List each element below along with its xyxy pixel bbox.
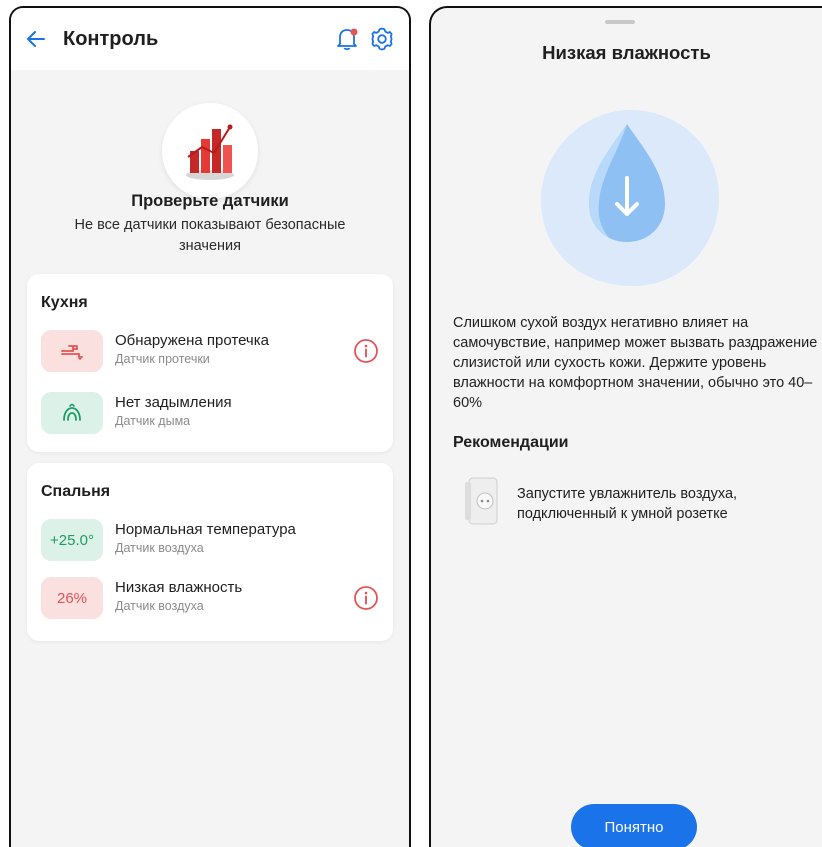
sensor-value-badge: 26% — [41, 577, 103, 619]
sensor-type: Датчик воздуха — [115, 599, 204, 613]
recommendation-text: Запустите увлажнитель воздуха, подключен… — [517, 486, 738, 522]
sensor-row-humidity[interactable]: 26% Низкая влажность Датчик воздуха — [41, 577, 381, 619]
sensor-badge — [41, 392, 103, 434]
humidity-description: Слишком сухой воздух негативно влияет на… — [453, 315, 818, 411]
sensor-type: Датчик протечки — [115, 352, 210, 366]
smoke-icon — [63, 403, 81, 421]
hero-title: Проверьте датчики — [131, 192, 289, 210]
sensor-badge — [41, 330, 103, 372]
sensor-label: Нормальная температура — [115, 521, 296, 538]
gear-icon[interactable] — [369, 26, 395, 52]
bar-chart-icon — [186, 124, 234, 180]
sensor-row-leak[interactable]: Обнаружена протечка Датчик протечки — [41, 330, 381, 372]
water-drop-illustration — [541, 110, 720, 286]
faucet-icon — [61, 345, 83, 360]
info-icon[interactable] — [353, 585, 379, 611]
sensor-row-smoke[interactable]: Нет задымления Датчик дыма — [41, 392, 381, 434]
sensor-label: Низкая влажность — [115, 579, 243, 596]
sensor-type: Датчик воздуха — [115, 541, 204, 555]
sensor-row-temperature[interactable]: +25.0° Нормальная температура Датчик воз… — [41, 519, 381, 561]
top-app-bar: Контроль — [11, 8, 409, 70]
page-title: Контроль — [63, 28, 159, 50]
sheet-title: Низкая влажность — [542, 42, 711, 63]
sensors-illustration — [162, 103, 258, 199]
back-arrow-icon[interactable] — [25, 28, 47, 50]
control-screen: Контроль Проверьте датчики Не все датчик… — [9, 6, 411, 847]
info-icon[interactable] — [353, 338, 379, 364]
hero-subtitle: Не все датчики показывают безопасные зна… — [74, 217, 346, 254]
sensor-label: Нет задымления — [115, 394, 232, 411]
room-card-kitchen: Кухня Обнаружена протечка Датчик протечк… — [27, 274, 393, 452]
smart-plug-icon — [465, 477, 498, 525]
drag-handle[interactable] — [605, 20, 635, 24]
room-card-bedroom: Спальня +25.0° Нормальная температура Да… — [27, 463, 393, 641]
sensor-label: Обнаружена протечка — [115, 332, 269, 349]
sensor-value-badge: +25.0° — [41, 519, 103, 561]
recommendations-title: Рекомендации — [453, 434, 569, 451]
room-title: Спальня — [41, 483, 111, 500]
sensor-type: Датчик дыма — [115, 414, 191, 428]
room-title: Кухня — [41, 294, 88, 311]
understood-button[interactable]: Понятно — [571, 804, 697, 847]
bell-icon[interactable] — [335, 26, 359, 52]
low-humidity-sheet: Низкая влажность Слишком сухой воздух не… — [429, 6, 822, 847]
